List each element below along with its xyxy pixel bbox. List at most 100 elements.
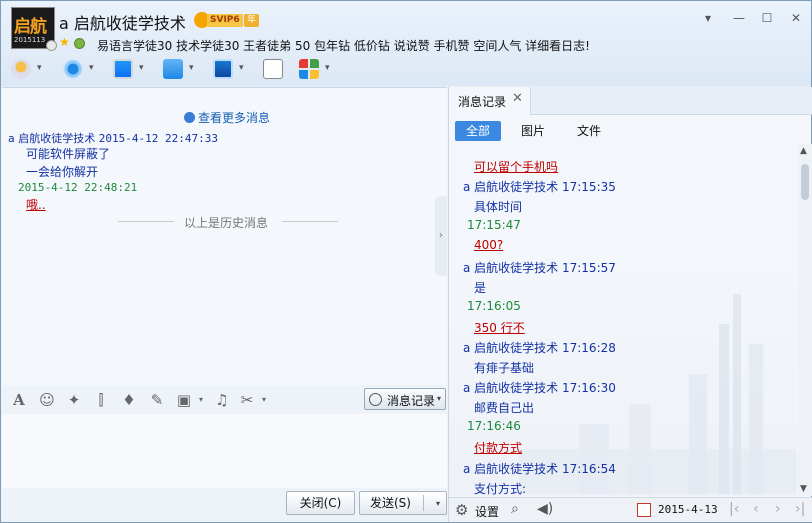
edit-icon[interactable]: ✎ — [148, 391, 166, 409]
voice-call-button[interactable]: ▾ — [11, 57, 49, 81]
record-text: 邮费自己出 — [474, 399, 534, 416]
remote-assist-button[interactable]: ▾ — [213, 57, 251, 81]
filter-images[interactable]: 图片 — [513, 121, 553, 141]
scroll-up-icon[interactable]: ▲ — [800, 146, 807, 156]
history-scrollbar[interactable]: ▲ ▼ — [798, 144, 812, 496]
record-content: 是 — [474, 280, 487, 295]
apps-grid-icon — [299, 59, 319, 79]
voice-message-icon[interactable]: ♦ — [120, 391, 138, 409]
image-icon[interactable]: ▣ — [175, 391, 193, 409]
camera-icon — [63, 59, 83, 79]
scroll-down-icon[interactable]: ▼ — [800, 484, 807, 494]
input-toolbar: A ☺ ✦ ⫿ ♦ ✎ ▣ ▾ ♫ ✂ ▾ 消息记录 ▾ — [2, 387, 447, 413]
minimize-button[interactable]: — — [729, 9, 749, 27]
collapse-panel-handle[interactable]: › — [435, 196, 447, 276]
record-text-self: 400? — [474, 238, 503, 252]
shake-window-icon[interactable]: ⫿ — [92, 391, 110, 409]
maximize-button[interactable]: ☐ — [757, 9, 777, 27]
chevron-down-icon[interactable]: ▾ — [189, 63, 194, 73]
message-text: 可能软件屏蔽了 — [26, 147, 111, 161]
history-filter-bar: 全部 图片 文件 — [449, 117, 812, 143]
record-header-self: 17:16:05 — [467, 299, 521, 313]
remote-desktop-icon — [213, 59, 233, 79]
font-icon[interactable]: A — [10, 391, 28, 409]
chevron-down-icon[interactable]: ▾ — [139, 63, 144, 73]
screen-share-icon — [113, 59, 133, 79]
tab-message-history[interactable]: 消息记录 ✕ — [449, 87, 531, 115]
record-content: 400? — [474, 238, 504, 253]
record-content: 17:15:47 — [467, 218, 521, 233]
settings-label[interactable]: 设置 — [475, 503, 499, 520]
chevron-down-icon[interactable]: ▾ — [192, 391, 210, 409]
speaker-icon[interactable]: ◀) — [537, 501, 553, 517]
scrollbar-thumb[interactable] — [801, 164, 809, 200]
chevron-down-icon[interactable]: ▾ — [436, 493, 440, 515]
microphone-icon — [11, 59, 31, 79]
chevron-down-icon[interactable]: ▾ — [255, 391, 273, 409]
message-time: 2015-4-12 22:48:21 — [18, 181, 138, 194]
record-content: a 启航收徒学技术 17:15:35 — [463, 180, 616, 195]
vip-badge[interactable]: SVIP6 年 — [194, 12, 264, 28]
message-header-self: 2015-4-12 22:48:21 — [18, 181, 137, 194]
close-button[interactable]: 关闭(C) — [286, 491, 355, 515]
vip-year-label: 年 — [244, 14, 260, 27]
record-content: a 启航收徒学技术 17:16:30 — [463, 381, 616, 396]
message-input[interactable] — [2, 414, 447, 488]
window-menu-button[interactable]: ▾ — [698, 9, 718, 27]
last-page-icon[interactable]: ›| — [795, 501, 805, 517]
record-text-self: 可以留个手机吗 — [474, 158, 558, 175]
message-history-panel: 消息记录 ✕ 全部 图片 文件 可以留个手机吗 a 启航收徒学技术 17:15:3… — [448, 87, 812, 522]
apps-button[interactable]: ▾ — [299, 57, 337, 81]
filter-all[interactable]: 全部 — [455, 121, 501, 141]
new-discussion-button[interactable] — [263, 57, 287, 81]
record-content: 付款方式 — [474, 441, 523, 456]
qzone-icon[interactable] — [74, 38, 85, 49]
filter-files[interactable]: 文件 — [569, 121, 609, 141]
chevron-down-icon[interactable]: ▾ — [437, 394, 441, 403]
chevron-down-icon[interactable]: ▾ — [239, 63, 244, 73]
history-date[interactable]: 2015-4-13 — [658, 503, 718, 516]
close-icon[interactable]: ✕ — [512, 91, 523, 106]
record-content: a 启航收徒学技术 17:16:28 — [463, 340, 616, 355]
history-bottom-bar: ⚙ 设置 ⌕ ◀) 2015-4-13 |‹ ‹ › ›| — [449, 497, 812, 522]
record-header: a 启航收徒学技术 17:15:57 — [463, 259, 616, 276]
screen-share-button[interactable]: ▾ — [113, 57, 151, 81]
message-header: a 启航收徒学技术 2015-4-12 22:47:33 — [8, 130, 218, 146]
message-add-icon — [263, 59, 283, 79]
calendar-icon[interactable] — [637, 503, 651, 517]
magic-wand-icon[interactable]: ✦ — [65, 391, 83, 409]
music-icon[interactable]: ♫ — [213, 391, 231, 409]
chevron-down-icon[interactable]: ▾ — [89, 63, 94, 73]
chat-message-area[interactable]: 查看更多消息 a 启航收徒学技术 2015-4-12 22:47:33 可能软件… — [2, 87, 447, 385]
sender-name[interactable]: a 启航收徒学技术 — [8, 132, 95, 145]
contact-name[interactable]: a 启航收徒学技术 — [59, 10, 186, 34]
previous-page-icon[interactable]: ‹ — [753, 501, 759, 517]
record-content: 有痱子基础 — [474, 361, 535, 375]
close-window-button[interactable]: ✕ — [786, 9, 806, 27]
chevron-down-icon[interactable]: ▾ — [325, 63, 330, 73]
send-button[interactable]: 发送(S) ▾ — [359, 491, 447, 515]
video-call-button[interactable]: ▾ — [63, 57, 101, 81]
view-more-label: 查看更多消息 — [198, 111, 271, 125]
send-file-button[interactable]: ▾ — [163, 57, 201, 81]
panel-tab-bar: 消息记录 ✕ — [449, 87, 812, 115]
search-icon[interactable]: ⌕ — [511, 501, 519, 517]
record-content: 350 行不 — [474, 320, 525, 335]
next-page-icon[interactable]: › — [775, 501, 781, 517]
chevron-down-icon[interactable]: ▾ — [37, 63, 42, 73]
view-more-messages-link[interactable]: 查看更多消息 — [184, 109, 270, 126]
vip-level-label: SVIP6 — [207, 14, 243, 27]
record-content: 支付方式: — [474, 481, 527, 496]
message-text: 一会给你解开 — [26, 165, 99, 179]
avatar[interactable]: 启航 2015113 — [11, 7, 57, 51]
contact-signature: 易语言学徒30 技术学徒30 王者徒弟 50 包年钻 低价钻 说说赞 手机赞 空… — [97, 39, 590, 53]
history-record-list[interactable]: 可以留个手机吗 a 启航收徒学技术 17:15:35 具体时间 17:15:47 400… — [449, 144, 797, 496]
emoji-icon[interactable]: ☺ — [38, 391, 56, 409]
message-history-button[interactable]: 消息记录 ▾ — [364, 388, 446, 410]
star-icon[interactable]: ★ — [59, 35, 70, 49]
first-page-icon[interactable]: |‹ — [729, 501, 739, 517]
record-content: 17:16:05 — [467, 298, 521, 313]
gear-icon[interactable]: ⚙ — [455, 501, 468, 519]
scissors-icon[interactable]: ✂ — [238, 391, 256, 409]
record-content: a 启航收徒学技术 17:15:57 — [463, 260, 616, 275]
